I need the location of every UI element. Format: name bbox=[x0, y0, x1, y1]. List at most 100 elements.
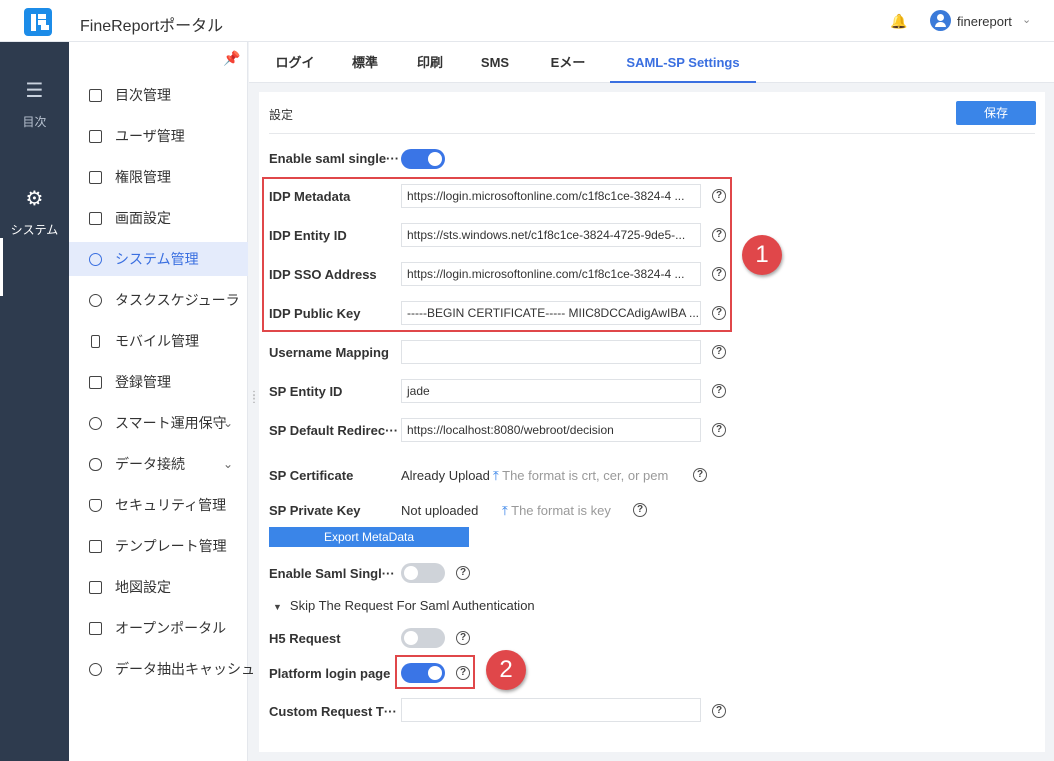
finereport-logo-icon[interactable] bbox=[24, 8, 52, 36]
enable-slo-label: Enable Saml Singl··· bbox=[269, 566, 395, 581]
save-button[interactable]: 保存 bbox=[956, 101, 1036, 125]
tab-saml-sp-settings[interactable]: SAML-SP Settings bbox=[610, 42, 756, 83]
sp-certificate-hint: The format is crt, cer, or pem bbox=[502, 468, 669, 483]
mobile-icon bbox=[91, 335, 100, 348]
username[interactable]: finereport bbox=[957, 14, 1012, 29]
sp-private-key-upload[interactable]: ⤒ The format is key bbox=[502, 503, 611, 519]
nav-rail: ☰ 目次 ⚙ システム bbox=[0, 42, 69, 761]
help-icon[interactable]: ? bbox=[712, 384, 726, 398]
sidebar-item-smart-ops[interactable]: スマート運用保守 ⌄ bbox=[69, 406, 248, 440]
help-icon[interactable]: ? bbox=[456, 566, 470, 580]
sp-certificate-label: SP Certificate bbox=[269, 468, 354, 483]
annotation-badge-2: 2 bbox=[486, 650, 526, 690]
h5-request-label: H5 Request bbox=[269, 631, 341, 646]
user-icon bbox=[89, 130, 102, 143]
sp-entity-field[interactable]: jade bbox=[401, 379, 701, 403]
pin-icon[interactable]: 📌 bbox=[223, 50, 240, 67]
help-icon[interactable]: ? bbox=[712, 423, 726, 437]
template-icon bbox=[89, 540, 102, 553]
help-icon[interactable]: ? bbox=[693, 468, 707, 482]
sidebar-item-data-connection[interactable]: データ接続 ⌄ bbox=[69, 447, 248, 481]
platform-login-label: Platform login page bbox=[269, 666, 391, 681]
sidebar-item-task-scheduler[interactable]: タスクスケジューラ bbox=[69, 283, 248, 317]
tab-email[interactable]: Eメール bbox=[547, 42, 589, 111]
top-bar: FineReportポータル 🔔 finereport ⌄ bbox=[0, 0, 1054, 42]
custom-request-label: Custom Request T··· bbox=[269, 704, 397, 719]
h5-request-toggle[interactable] bbox=[401, 628, 445, 648]
export-metadata-button[interactable]: Export MetaData bbox=[269, 527, 469, 547]
wrench-icon bbox=[89, 417, 102, 430]
gear-icon bbox=[89, 253, 102, 266]
sidebar-item-mobile-mgmt[interactable]: モバイル管理 bbox=[69, 324, 248, 358]
tab-bar: ログイン 標準 印刷 SMS Eメール SAML-SP Settings bbox=[249, 42, 1054, 111]
chevron-down-icon: ⌄ bbox=[223, 416, 234, 430]
sidebar-item-label: 地図設定 bbox=[115, 579, 171, 595]
tab-standard[interactable]: 標準 bbox=[349, 42, 381, 83]
sp-certificate-status: Already Upload bbox=[401, 468, 490, 483]
shield-plus-icon bbox=[89, 499, 102, 512]
sp-redirect-field[interactable]: https://localhost:8080/webroot/decision bbox=[401, 418, 701, 442]
list-icon: ☰ bbox=[25, 80, 44, 102]
chevron-down-icon[interactable]: ⌄ bbox=[1022, 13, 1031, 26]
sidebar-item-map-settings[interactable]: 地図設定 bbox=[69, 570, 248, 604]
sidebar-item-screen-settings[interactable]: 画面設定 bbox=[69, 201, 248, 235]
sidebar-item-label: データ抽出キャッシュ bbox=[115, 661, 255, 677]
chevron-down-icon: ⌄ bbox=[223, 457, 234, 471]
sidebar-item-security-mgmt[interactable]: セキュリティ管理 bbox=[69, 488, 248, 522]
gear-icon: ⚙ bbox=[25, 188, 44, 210]
annotation-badge-1: 1 bbox=[742, 235, 782, 275]
divider bbox=[269, 133, 1035, 134]
help-icon[interactable]: ? bbox=[456, 631, 470, 645]
annotation-box-idp bbox=[262, 177, 732, 332]
sidebar-item-open-portal[interactable]: オープンポータル bbox=[69, 611, 248, 645]
sp-redirect-label: SP Default Redirec··· bbox=[269, 423, 399, 438]
sidebar-item-label: テンプレート管理 bbox=[115, 538, 227, 554]
sp-private-key-hint: The format is key bbox=[511, 503, 611, 518]
sidebar-item-label: システム管理 bbox=[115, 251, 199, 267]
sidebar-item-label: 登録管理 bbox=[115, 374, 171, 390]
upload-icon: ⤒ bbox=[502, 503, 508, 518]
sidebar-item-label: タスクスケジューラ bbox=[115, 292, 240, 308]
sidebar-item-label: ユーザ管理 bbox=[115, 128, 185, 144]
skip-request-section-toggle[interactable]: ▼ Skip The Request For Saml Authenticatio… bbox=[273, 598, 535, 613]
sidebar-item-label: 権限管理 bbox=[115, 169, 171, 185]
caret-down-icon: ▼ bbox=[273, 602, 282, 612]
bell-icon[interactable]: 🔔 bbox=[890, 12, 908, 30]
stopwatch-icon bbox=[89, 294, 102, 307]
shield-icon bbox=[89, 171, 102, 184]
sidebar-item-label: オープンポータル bbox=[115, 620, 227, 636]
tab-sms[interactable]: SMS bbox=[478, 42, 512, 83]
help-icon[interactable]: ? bbox=[712, 704, 726, 718]
sidebar-item-user-mgmt[interactable]: ユーザ管理 bbox=[69, 119, 248, 153]
tab-login[interactable]: ログイン bbox=[273, 42, 317, 111]
sidebar-item-label: データ接続 bbox=[115, 456, 185, 472]
avatar[interactable] bbox=[930, 10, 951, 31]
paperclip-icon bbox=[89, 458, 102, 471]
sidebar-item-extract-cache[interactable]: データ抽出キャッシュ bbox=[69, 652, 255, 686]
rail-active-indicator bbox=[0, 238, 3, 296]
rail-item-system[interactable]: ⚙ システム bbox=[0, 186, 69, 238]
sp-private-key-label: SP Private Key bbox=[269, 503, 361, 518]
sidebar-item-permission-mgmt[interactable]: 権限管理 bbox=[69, 160, 248, 194]
rail-item-catalog[interactable]: ☰ 目次 bbox=[0, 78, 69, 130]
sidebar-item-template-mgmt[interactable]: テンプレート管理 bbox=[69, 529, 248, 563]
sidebar-item-system-mgmt[interactable]: システム管理 bbox=[69, 242, 248, 276]
sp-private-key-status: Not uploaded bbox=[401, 503, 479, 518]
enable-slo-toggle[interactable] bbox=[401, 563, 445, 583]
app-title: FineReportポータル bbox=[80, 18, 224, 35]
sidebar-item-label: セキュリティ管理 bbox=[115, 497, 227, 513]
sp-certificate-upload[interactable]: ⤒ The format is crt, cer, or pem bbox=[493, 468, 668, 484]
map-icon bbox=[89, 581, 102, 594]
upload-icon: ⤒ bbox=[493, 468, 499, 483]
enable-sso-toggle[interactable] bbox=[401, 149, 445, 169]
custom-request-field[interactable] bbox=[401, 698, 701, 722]
help-icon[interactable]: ? bbox=[712, 345, 726, 359]
help-icon[interactable]: ? bbox=[633, 503, 647, 517]
resize-handle[interactable]: ⋮ ⋮ bbox=[249, 391, 259, 405]
username-mapping-field[interactable] bbox=[401, 340, 701, 364]
sidebar-item-catalog-mgmt[interactable]: 目次管理 bbox=[69, 78, 248, 112]
tab-print[interactable]: 印刷 bbox=[414, 42, 446, 83]
sidebar: 📌 目次管理 ユーザ管理 権限管理 画面設定 システム管理 タスクスケジューラ … bbox=[69, 42, 255, 761]
sidebar-item-registration-mgmt[interactable]: 登録管理 bbox=[69, 365, 248, 399]
sidebar-item-label: 目次管理 bbox=[115, 87, 171, 103]
